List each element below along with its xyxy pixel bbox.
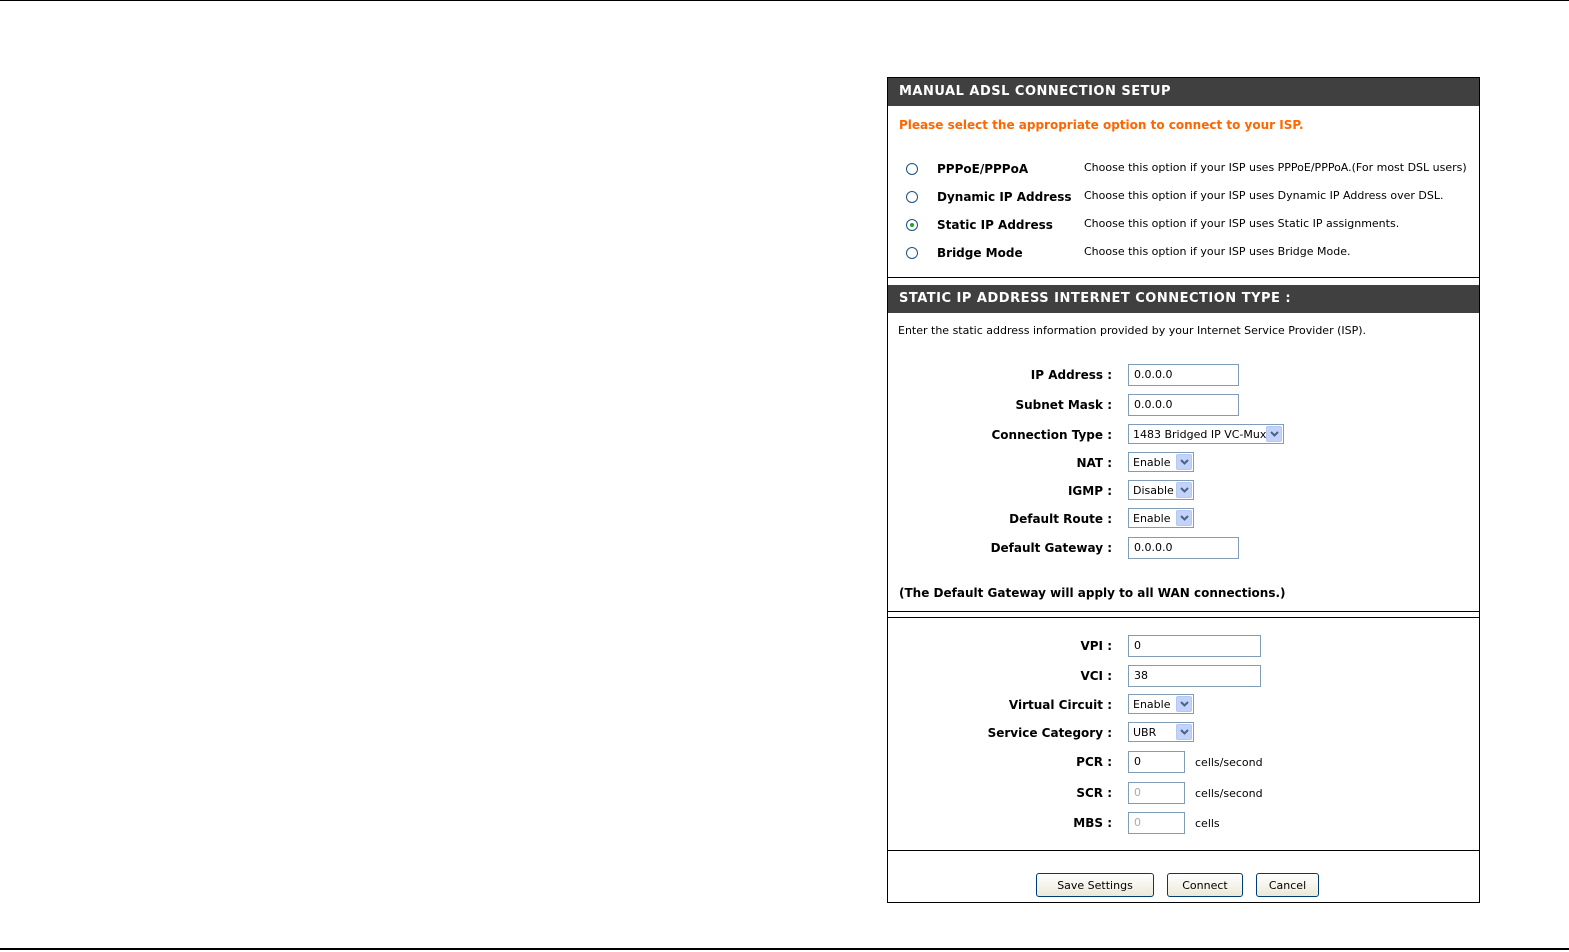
option-dynamic-ip[interactable]: Dynamic IP Address Choose this option if… — [888, 187, 1479, 211]
nat-select[interactable]: Enable — [1128, 452, 1194, 472]
vpi-label: VPI : — [1080, 639, 1112, 653]
chevron-down-icon[interactable] — [1176, 724, 1192, 740]
select-value: 1483 Bridged IP VC-Mux — [1133, 428, 1267, 441]
pcr-unit: cells/second — [1195, 756, 1263, 769]
virtual-circuit-label: Virtual Circuit : — [1008, 698, 1112, 712]
vci-row: VCI : 38 — [888, 665, 1479, 689]
scr-unit: cells/second — [1195, 787, 1263, 800]
radio-static-ip[interactable] — [906, 219, 918, 231]
divider — [888, 611, 1479, 612]
mbs-row: MBS : 0 cells — [888, 812, 1479, 836]
option-desc: Choose this option if your ISP uses PPPo… — [1084, 161, 1467, 174]
option-bridge-mode[interactable]: Bridge Mode Choose this option if your I… — [888, 243, 1479, 267]
ip-address-input[interactable]: 0.0.0.0 — [1128, 364, 1239, 386]
mbs-label: MBS : — [1073, 816, 1112, 830]
service-category-label: Service Category : — [987, 726, 1112, 740]
service-category-row: Service Category : UBR — [888, 722, 1479, 746]
pcr-row: PCR : 0 cells/second — [888, 751, 1479, 775]
subnet-mask-row: Subnet Mask : 0.0.0.0 — [888, 394, 1479, 418]
service-category-select[interactable]: UBR — [1128, 722, 1194, 742]
option-label: Bridge Mode — [937, 246, 1023, 260]
default-gateway-input[interactable]: 0.0.0.0 — [1128, 537, 1239, 559]
nat-label: NAT : — [1076, 456, 1112, 470]
option-static-ip[interactable]: Static IP Address Choose this option if … — [888, 215, 1479, 239]
select-value: Disable — [1133, 484, 1174, 497]
connection-type-select[interactable]: 1483 Bridged IP VC-Mux — [1128, 424, 1284, 444]
select-value: Enable — [1133, 456, 1171, 469]
default-route-select[interactable]: Enable — [1128, 508, 1194, 528]
default-gateway-label: Default Gateway : — [990, 541, 1112, 555]
select-value: Enable — [1133, 512, 1171, 525]
vci-label: VCI : — [1080, 669, 1112, 683]
ip-address-label: IP Address : — [1030, 368, 1112, 382]
divider — [888, 617, 1479, 618]
virtual-circuit-select[interactable]: Enable — [1128, 694, 1194, 714]
chevron-down-icon[interactable] — [1176, 454, 1192, 470]
subnet-mask-input[interactable]: 0.0.0.0 — [1128, 394, 1239, 416]
default-gateway-row: Default Gateway : 0.0.0.0 — [888, 537, 1479, 561]
pcr-label: PCR : — [1076, 755, 1112, 769]
igmp-select[interactable]: Disable — [1128, 480, 1194, 500]
subnet-mask-label: Subnet Mask : — [1015, 398, 1112, 412]
option-desc: Choose this option if your ISP uses Stat… — [1084, 217, 1400, 230]
bottom-rule — [0, 948, 1569, 950]
scr-row: SCR : 0 cells/second — [888, 782, 1479, 806]
setup-header: MANUAL ADSL CONNECTION SETUP — [888, 78, 1479, 106]
divider — [888, 277, 1479, 278]
select-value: Enable — [1133, 698, 1171, 711]
top-rule — [0, 0, 1569, 1]
radio-dynamic-ip[interactable] — [906, 191, 918, 203]
igmp-row: IGMP : Disable — [888, 480, 1479, 504]
option-pppoe[interactable]: PPPoE/PPPoA Choose this option if your I… — [888, 159, 1479, 183]
chevron-down-icon[interactable] — [1176, 482, 1192, 498]
default-route-label: Default Route : — [1009, 512, 1112, 526]
static-header: STATIC IP ADDRESS INTERNET CONNECTION TY… — [888, 285, 1479, 313]
connection-type-label: Connection Type : — [991, 428, 1113, 442]
radio-pppoe[interactable] — [906, 163, 918, 175]
option-label: Static IP Address — [937, 218, 1053, 232]
chevron-down-icon[interactable] — [1266, 426, 1282, 442]
igmp-label: IGMP : — [1067, 484, 1112, 498]
setup-notice: Please select the appropriate option to … — [899, 118, 1304, 132]
cancel-button[interactable]: Cancel — [1256, 873, 1319, 897]
option-desc: Choose this option if your ISP uses Brid… — [1084, 245, 1351, 258]
vpi-input[interactable]: 0 — [1128, 635, 1261, 657]
ip-address-row: IP Address : 0.0.0.0 — [888, 364, 1479, 388]
scr-input[interactable]: 0 — [1128, 782, 1185, 804]
static-intro: Enter the static address information pro… — [898, 324, 1367, 337]
adsl-setup-panel: MANUAL ADSL CONNECTION SETUP Please sele… — [887, 77, 1480, 903]
option-label: Dynamic IP Address — [937, 190, 1072, 204]
radio-bridge-mode[interactable] — [906, 247, 918, 259]
chevron-down-icon[interactable] — [1176, 510, 1192, 526]
nat-row: NAT : Enable — [888, 452, 1479, 476]
scr-label: SCR : — [1076, 786, 1112, 800]
connection-type-row: Connection Type : 1483 Bridged IP VC-Mux — [888, 424, 1479, 448]
option-label: PPPoE/PPPoA — [937, 162, 1029, 176]
gateway-note: (The Default Gateway will apply to all W… — [899, 586, 1286, 600]
chevron-down-icon[interactable] — [1176, 696, 1192, 712]
vci-input[interactable]: 38 — [1128, 665, 1261, 687]
save-settings-button[interactable]: Save Settings — [1036, 873, 1154, 897]
mbs-unit: cells — [1195, 817, 1220, 830]
divider — [888, 850, 1479, 851]
mbs-input[interactable]: 0 — [1128, 812, 1185, 834]
connect-button[interactable]: Connect — [1167, 873, 1243, 897]
virtual-circuit-row: Virtual Circuit : Enable — [888, 694, 1479, 718]
vpi-row: VPI : 0 — [888, 635, 1479, 659]
option-desc: Choose this option if your ISP uses Dyna… — [1084, 189, 1444, 202]
select-value: UBR — [1133, 726, 1157, 739]
default-route-row: Default Route : Enable — [888, 508, 1479, 532]
pcr-input[interactable]: 0 — [1128, 751, 1185, 773]
